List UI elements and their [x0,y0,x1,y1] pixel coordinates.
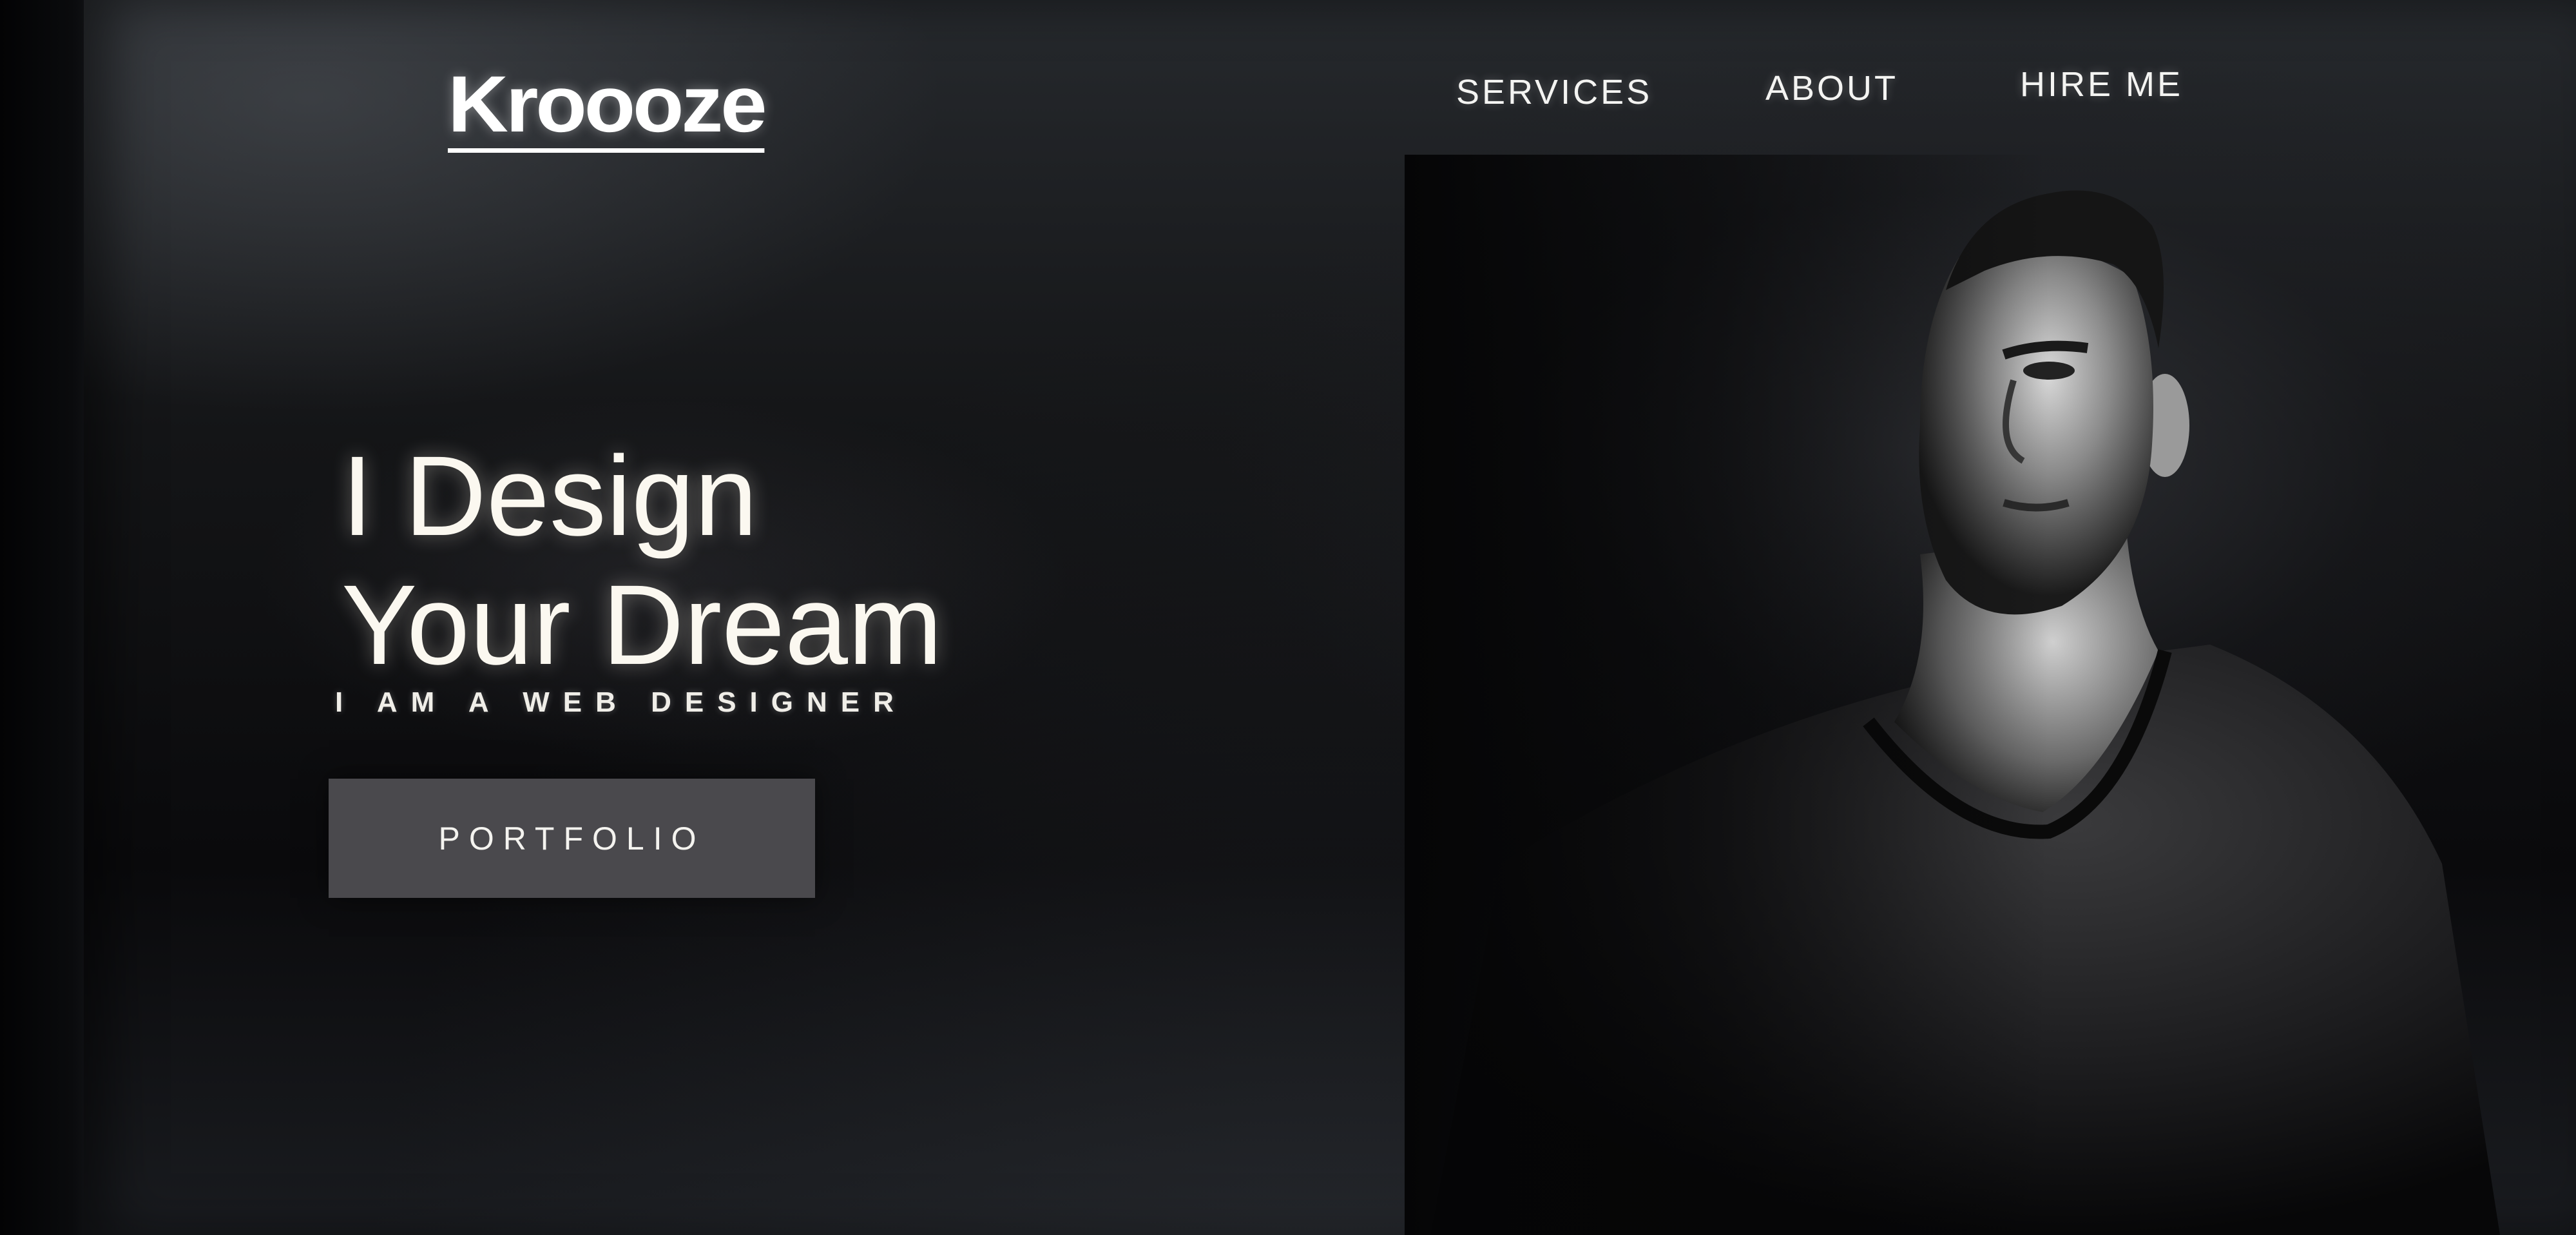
hero-portrait-image [1405,155,2500,1235]
hero-heading-line2: Your Dream [341,562,943,688]
brand-logo[interactable]: Kroooze [448,64,767,153]
portfolio-button[interactable]: PORTFOLIO [329,779,815,898]
website-screen: Kroooze SERVICES ABOUT HIRE ME I Design … [84,0,2576,1235]
hero-heading: I Design Your Dream [341,432,943,690]
hero-heading-line1: I Design [341,433,758,559]
nav-link-hire-me[interactable]: HIRE ME [2020,64,2183,104]
nav-link-services[interactable]: SERVICES [1456,72,1652,112]
nav-link-about[interactable]: ABOUT [1765,68,1898,108]
hero-subtitle: I AM A WEB DESIGNER [335,686,907,718]
